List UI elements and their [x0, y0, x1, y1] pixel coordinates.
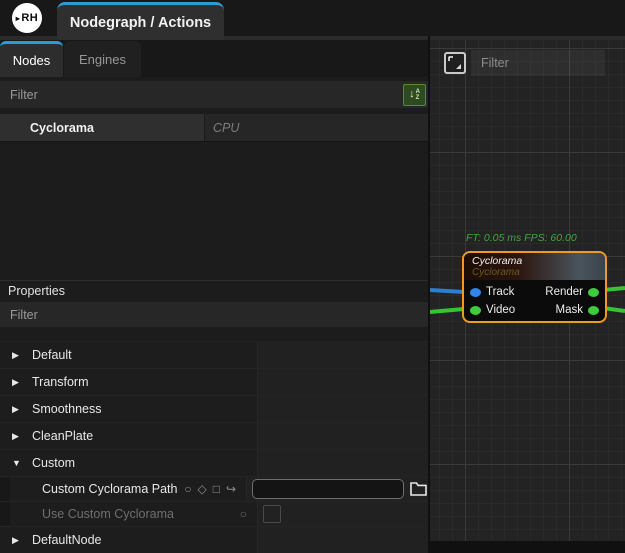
nodes-filter-row: ↓ AZ	[0, 81, 428, 108]
properties-header: Properties	[0, 280, 428, 300]
wire-video-green	[430, 309, 464, 312]
top-bar: ▸ RH Nodegraph / Actions	[0, 0, 625, 40]
input-port-track[interactable]	[470, 288, 481, 297]
port-label-render: Render	[545, 286, 583, 298]
port-row-video-mask: Video Mask	[464, 301, 605, 319]
port-label-video: Video	[486, 304, 515, 316]
group-label: DefaultNode	[32, 533, 102, 547]
application-window: ▸ RH Nodegraph / Actions Nodes Engines ↓…	[0, 0, 625, 541]
group-label: Smoothness	[32, 402, 101, 416]
properties-tree: ▶ Default ▶ Transform ▶ Smoothness	[0, 341, 428, 553]
sort-arrow-icon: ↓	[409, 89, 415, 100]
caret-collapsed-icon[interactable]: ▶	[12, 350, 32, 361]
sort-button[interactable]: ↓ AZ	[403, 84, 426, 106]
group-row-defaultnode[interactable]: ▶ DefaultNode	[0, 526, 428, 553]
keyframe-circle-icon[interactable]: ○	[184, 482, 191, 496]
tab-nodes[interactable]: Nodes	[0, 41, 63, 77]
caret-collapsed-icon[interactable]: ▶	[12, 535, 32, 546]
diamond-icon[interactable]: ◇	[197, 482, 206, 496]
tab-engines[interactable]: Engines	[64, 41, 141, 77]
port-label-track: Track	[486, 286, 514, 298]
node-title: Cyclorama	[472, 255, 597, 267]
group-label: CleanPlate	[32, 429, 93, 443]
nodegraph-canvas[interactable]: FT: 0.05 ms FPS: 60.00 Cyclorama Cyclora…	[430, 40, 625, 541]
main-tab-label: Nodegraph / Actions	[70, 15, 211, 31]
property-pin-icons: ○ ◇ □ ↪	[184, 482, 246, 496]
properties-title: Properties	[8, 284, 65, 298]
graph-filter-input[interactable]	[471, 50, 605, 76]
logo-arrow-icon: ▸	[16, 14, 21, 23]
property-label: Custom Cyclorama Path	[42, 482, 177, 496]
port-row-track-render: Track Render	[464, 283, 605, 301]
sort-az-icon: AZ	[416, 89, 420, 101]
left-panel: Nodes Engines ↓ AZ Cyclorama CPU Propert…	[0, 40, 428, 541]
use-custom-cyclorama-checkbox[interactable]	[263, 505, 281, 523]
node-header[interactable]: Cyclorama Cyclorama	[464, 253, 605, 280]
output-port-mask[interactable]	[588, 306, 599, 315]
property-row-custom-cyclorama-path: Custom Cyclorama Path ○ ◇ □ ↪	[0, 476, 428, 501]
square-icon[interactable]: □	[213, 482, 220, 496]
property-label: Use Custom Cyclorama	[42, 507, 174, 521]
tab-nodegraph-actions[interactable]: Nodegraph / Actions	[57, 2, 224, 40]
fit-view-button[interactable]	[444, 52, 466, 74]
keyframe-circle-icon[interactable]: ○	[240, 507, 247, 521]
custom-cyclorama-path-input[interactable]	[252, 479, 404, 499]
logo-text: RH	[21, 12, 38, 24]
node-subtitle: Cyclorama	[472, 267, 597, 278]
group-row-smoothness[interactable]: ▶ Smoothness	[0, 395, 428, 422]
left-tab-bar: Nodes Engines	[0, 40, 428, 77]
tab-engines-label: Engines	[79, 52, 126, 67]
group-label: Custom	[32, 456, 75, 470]
node-performance-stats: FT: 0.05 ms FPS: 60.00	[466, 232, 577, 244]
properties-filter-input[interactable]	[0, 308, 428, 322]
group-row-default[interactable]: ▶ Default	[0, 341, 428, 368]
caret-expanded-icon[interactable]: ▼	[12, 458, 32, 468]
redirect-arrow-icon[interactable]: ↪	[226, 482, 236, 496]
group-row-custom[interactable]: ▼ Custom	[0, 449, 428, 476]
fit-view-icon	[448, 56, 462, 70]
app-logo[interactable]: ▸ RH	[12, 3, 42, 33]
input-port-video[interactable]	[470, 306, 481, 315]
group-row-cleanplate[interactable]: ▶ CleanPlate	[0, 422, 428, 449]
cyclorama-node[interactable]: Cyclorama Cyclorama Track Render Video M…	[462, 251, 607, 323]
caret-collapsed-icon[interactable]: ▶	[12, 377, 32, 388]
group-row-transform[interactable]: ▶ Transform	[0, 368, 428, 395]
tab-nodes-label: Nodes	[13, 53, 51, 68]
property-pin-icons: ○	[240, 507, 257, 521]
node-ports: Track Render Video Mask	[464, 280, 605, 319]
group-label: Transform	[32, 375, 89, 389]
nodes-filter-input[interactable]	[0, 88, 403, 102]
property-row-use-custom-cyclorama: Use Custom Cyclorama ○	[0, 501, 428, 526]
group-label: Default	[32, 348, 72, 362]
wire-track-blue	[430, 290, 464, 292]
browse-folder-button[interactable]	[410, 481, 428, 497]
port-label-mask: Mask	[556, 304, 583, 316]
caret-collapsed-icon[interactable]: ▶	[12, 404, 32, 415]
node-engine-cell[interactable]: CPU	[205, 114, 428, 141]
folder-icon	[410, 482, 427, 496]
node-name-cell[interactable]: Cyclorama	[0, 114, 205, 141]
output-port-render[interactable]	[588, 288, 599, 297]
caret-collapsed-icon[interactable]: ▶	[12, 431, 32, 442]
properties-filter-row	[0, 302, 428, 327]
node-table-row[interactable]: Cyclorama CPU	[0, 114, 428, 142]
